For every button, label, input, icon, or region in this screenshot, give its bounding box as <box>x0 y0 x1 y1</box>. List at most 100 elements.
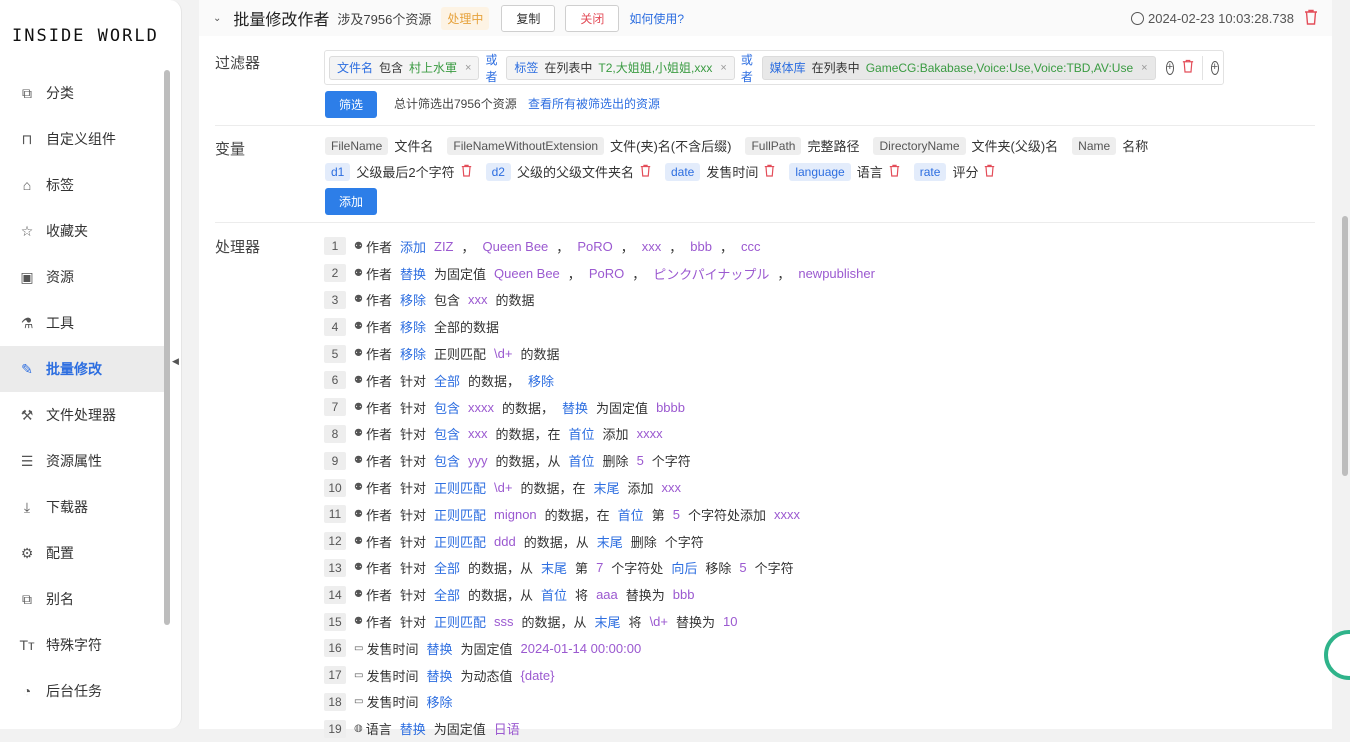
copy-button[interactable]: 复制 <box>501 4 556 32</box>
filter-chip[interactable]: 标签 在列表中 T2,大姐姐,小姐姐,xxx × <box>506 55 735 80</box>
delete-variable-icon[interactable] <box>461 164 472 180</box>
sidebar-item[interactable]: ⚙ 配置 <box>0 530 164 576</box>
processor-value[interactable]: Queen Bee <box>494 266 560 281</box>
processor-value[interactable]: ccc <box>741 239 761 254</box>
processor-operation[interactable]: 全部 <box>434 585 460 604</box>
processor-operation[interactable]: 全部 <box>434 558 460 577</box>
processor-value[interactable]: \d+ <box>494 480 512 495</box>
collapse-chevron-icon[interactable]: ⌄ <box>213 13 221 24</box>
sidebar-item[interactable]: ⤓ 下载器 <box>0 484 164 530</box>
processor-value[interactable]: yyy <box>468 453 488 468</box>
processor-operation[interactable]: 移除 <box>426 692 452 711</box>
processor-row[interactable]: 12 ⚉ 作者 针对 正则匹配 ddd 的数据，从 末尾 删除 个字符 <box>324 528 883 555</box>
processor-row[interactable]: 16 ▭ 发售时间 替换 为固定值 2024-01-14 00:00:00 <box>324 635 883 662</box>
processor-operation[interactable]: 移除 <box>400 290 426 309</box>
processor-row[interactable]: 9 ⚉ 作者 针对 包含 yyy 的数据，从 首位 删除 5 个字符 <box>324 447 883 474</box>
processor-value[interactable]: PoRO <box>589 266 624 281</box>
processor-value[interactable]: bbb <box>673 587 695 602</box>
view-filtered-link[interactable]: 查看所有被筛选出的资源 <box>528 97 660 111</box>
close-button[interactable]: 关闭 <box>565 4 620 32</box>
sidebar-item[interactable]: ☆ 收藏夹 <box>0 208 164 254</box>
processor-operation[interactable]: 末尾 <box>593 478 619 497</box>
processor-operation[interactable]: 替换 <box>426 666 452 685</box>
processor-value[interactable]: ピンクパイナップル <box>653 264 769 283</box>
processor-row[interactable]: 17 ▭ 发售时间 替换 为动态值 {date} <box>324 662 883 689</box>
sidebar-item[interactable]: ⚒ 文件处理器 <box>0 392 164 438</box>
processor-operation[interactable]: 包含 <box>434 451 460 470</box>
main-scrollbar[interactable] <box>1342 216 1348 476</box>
processor-value[interactable]: 5 <box>739 560 746 575</box>
variable-key[interactable]: d1 <box>325 162 351 181</box>
sidebar-item[interactable]: ☰ 资源属性 <box>0 438 164 484</box>
processor-value[interactable]: 5 <box>637 453 644 468</box>
processor-value[interactable]: PoRO <box>577 239 612 254</box>
processor-value[interactable]: aaa <box>596 587 618 602</box>
processor-value[interactable]: bbb <box>690 239 712 254</box>
sidebar-item[interactable]: ⌂ 标签 <box>0 162 164 208</box>
add-variable-button[interactable]: 添加 <box>325 188 378 215</box>
filter-chip[interactable]: 媒体库 在列表中 GameCG:Bakabase,Voice:Use,Voice… <box>761 55 1156 80</box>
delete-group-icon[interactable] <box>1182 59 1194 76</box>
processor-value[interactable]: 10 <box>723 614 737 629</box>
processor-operation[interactable]: 末尾 <box>541 558 567 577</box>
processor-operation[interactable]: 替换 <box>562 398 588 417</box>
processor-value[interactable]: Queen Bee <box>483 239 549 254</box>
remove-filter-icon[interactable]: × <box>720 62 726 74</box>
delete-variable-icon[interactable] <box>984 164 995 180</box>
processor-row[interactable]: 7 ⚉ 作者 针对 包含 xxxx 的数据， 替换 为固定值 bbbb <box>324 394 883 421</box>
filter-chip[interactable]: 文件名 包含 村上水軍 × <box>329 55 480 80</box>
processor-row[interactable]: 13 ⚉ 作者 针对 全部 的数据，从 末尾第 7 个字符处 向后 移除 5 个字符 <box>324 555 883 582</box>
processor-row[interactable]: 1 ⚉ 作者 添加 ZIZ ， Queen Bee ， PoRO ， xxx ， bbb ， ccc <box>324 233 883 260</box>
processor-operation[interactable]: 移除 <box>528 371 554 390</box>
processor-row[interactable]: 10 ⚉ 作者 针对 正则匹配 \d+ 的数据，在 末尾 添加 xxx <box>324 474 883 501</box>
processor-operation[interactable]: 首位 <box>618 505 644 524</box>
sidebar-item[interactable]: ◔ 后台任务 <box>0 668 164 714</box>
processor-row[interactable]: 11 ⚉ 作者 针对 正则匹配 mignon 的数据，在 首位第 5 个字符处添加 xxxx <box>324 501 883 528</box>
sidebar-item[interactable]: ⧉ 分类 <box>0 70 164 116</box>
filter-button[interactable]: 筛选 <box>325 91 378 118</box>
processor-value[interactable]: xxxx <box>637 426 663 441</box>
processor-row[interactable]: 6 ⚉ 作者 针对 全部 的数据， 移除 <box>324 367 883 394</box>
processor-operation[interactable]: 首位 <box>541 585 567 604</box>
processor-operation[interactable]: 全部 <box>434 371 460 390</box>
processor-value[interactable]: 5 <box>673 507 680 522</box>
processor-row[interactable]: 4 ⚉ 作者 移除 全部的数据 <box>324 313 883 340</box>
sidebar-scrollbar[interactable] <box>164 70 170 625</box>
processor-row[interactable]: 14 ⚉ 作者 针对 全部 的数据，从 首位将 aaa 替换为 bbb <box>324 581 883 608</box>
collapse-sidebar-icon[interactable]: ◀ <box>172 356 182 372</box>
sidebar-item[interactable]: ⚗ 工具 <box>0 300 164 346</box>
processor-operation[interactable]: 末尾 <box>595 612 621 631</box>
processor-operation[interactable]: 添加 <box>400 237 426 256</box>
processor-operation[interactable]: 包含 <box>434 398 460 417</box>
processor-value[interactable]: ddd <box>494 534 516 549</box>
processor-value[interactable]: bbbb <box>656 400 685 415</box>
processor-value[interactable]: xxxx <box>774 507 800 522</box>
processor-row[interactable]: 15 ⚉ 作者 针对 正则匹配 sss 的数据，从 末尾将 \d+ 替换为 10 <box>324 608 883 635</box>
processor-operation[interactable]: 替换 <box>400 264 426 283</box>
processor-operation[interactable]: 移除 <box>400 344 426 363</box>
sidebar-item[interactable]: ⊓ 自定义组件 <box>0 116 164 162</box>
processor-operation[interactable]: 正则匹配 <box>434 505 486 524</box>
processor-value[interactable]: xxx <box>662 480 682 495</box>
delete-variable-icon[interactable] <box>764 164 775 180</box>
processor-value[interactable]: xxxx <box>468 400 494 415</box>
variable-key[interactable]: language <box>789 162 851 181</box>
variable-key[interactable]: rate <box>913 162 947 181</box>
processor-row[interactable]: 8 ⚉ 作者 针对 包含 xxx 的数据，在 首位 添加 xxxx <box>324 421 883 448</box>
processor-operation[interactable]: 向后 <box>671 558 697 577</box>
help-link[interactable]: 如何使用? <box>629 10 684 27</box>
delete-task-icon[interactable] <box>1304 9 1318 28</box>
add-filter-icon[interactable]: + <box>1165 60 1175 75</box>
delete-variable-icon[interactable] <box>889 164 900 180</box>
processor-operation[interactable]: 替换 <box>426 639 452 658</box>
processor-value[interactable]: xxx <box>468 292 488 307</box>
variable-key[interactable]: d2 <box>485 162 511 181</box>
or-connector[interactable]: 或者 <box>741 51 754 85</box>
processor-operation[interactable]: 包含 <box>434 424 460 443</box>
add-filter-group-icon[interactable]: + <box>1210 60 1219 75</box>
or-connector[interactable]: 或者 <box>485 51 498 85</box>
processor-operation[interactable]: 移除 <box>400 317 426 336</box>
processor-value[interactable]: newpublisher <box>798 266 875 281</box>
sidebar-item[interactable]: ⧉ 别名 <box>0 576 164 622</box>
processor-row[interactable]: 18 ▭ 发售时间 移除 <box>324 689 883 716</box>
